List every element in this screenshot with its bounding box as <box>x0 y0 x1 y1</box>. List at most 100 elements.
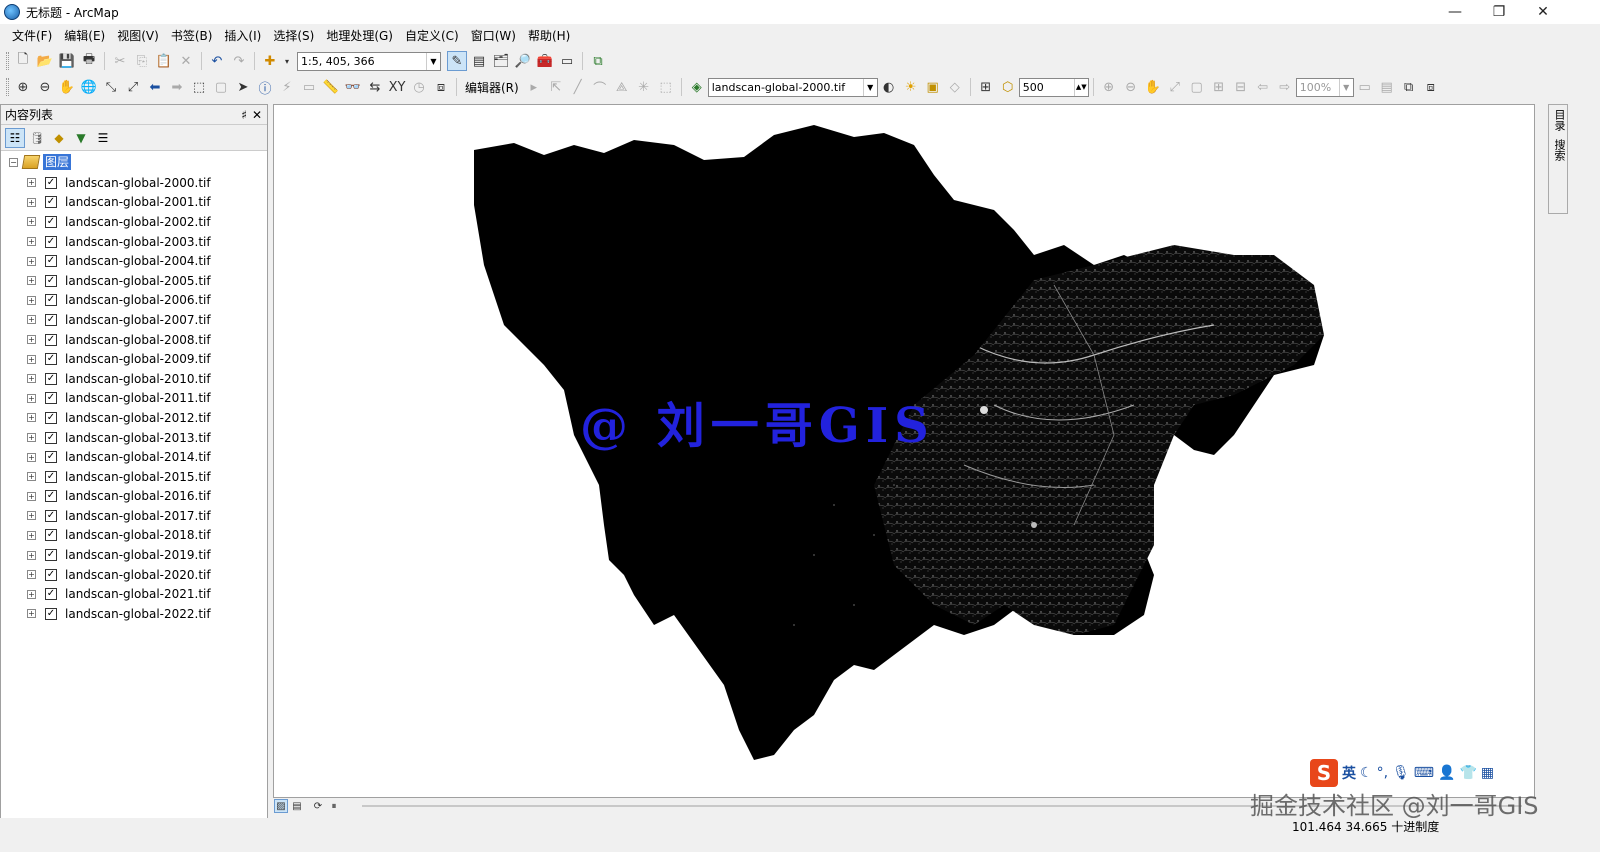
layer-visibility-checkbox[interactable]: ✓ <box>45 411 57 424</box>
expand-icon[interactable]: + <box>27 354 36 364</box>
layout-zoom-out-icon[interactable]: ⊖ <box>1121 77 1141 97</box>
layout-whole-page-icon[interactable]: ▢ <box>1187 77 1207 97</box>
edit-annotation-icon[interactable]: ⇱ <box>546 77 566 97</box>
layer-row[interactable]: + ✓ landscan-global-2008.tif <box>27 330 211 350</box>
layer-row[interactable]: + ✓ landscan-global-2007.tif <box>27 310 211 330</box>
expand-icon[interactable]: + <box>27 393 36 403</box>
expand-icon[interactable]: + <box>27 256 36 266</box>
python-window-icon[interactable]: ▭ <box>557 51 577 71</box>
layer-name[interactable]: landscan-global-2017.tif <box>65 509 211 523</box>
list-by-drawing-order-icon[interactable]: ☷ <box>5 127 25 148</box>
expand-icon[interactable]: + <box>27 178 36 188</box>
layer-visibility-checkbox[interactable]: ✓ <box>45 490 57 503</box>
layer-row[interactable]: + ✓ landscan-global-2018.tif <box>27 526 211 546</box>
layer-row[interactable]: + ✓ landscan-global-2015.tif <box>27 467 211 487</box>
layer-row[interactable]: + ✓ landscan-global-2016.tif <box>27 487 211 507</box>
layer-name[interactable]: landscan-global-2021.tif <box>65 587 211 601</box>
expand-icon[interactable]: + <box>27 570 36 580</box>
layer-row[interactable]: + ✓ landscan-global-2006.tif <box>27 291 211 311</box>
expand-icon[interactable]: + <box>27 511 36 521</box>
editor-toolbar-toggle-icon[interactable]: ✎ <box>447 51 467 71</box>
layer-row[interactable]: + ✓ landscan-global-2021.tif <box>27 584 211 604</box>
moon-icon[interactable]: ☾ <box>1360 765 1373 781</box>
menu-selection[interactable]: 选择(S) <box>267 26 320 46</box>
list-by-visibility-icon[interactable]: ◆ <box>49 128 69 148</box>
layer-visibility-checkbox[interactable]: ✓ <box>45 372 57 385</box>
brightness-value-spinner[interactable]: 500 ▲▼ <box>1018 77 1089 97</box>
layer-visibility-checkbox[interactable]: ✓ <box>45 470 57 483</box>
layer-row[interactable]: + ✓ landscan-global-2013.tif <box>27 428 211 448</box>
layer-visibility-checkbox[interactable]: ✓ <box>45 353 57 366</box>
catalog-window-icon[interactable]: 🗂 <box>491 51 511 71</box>
user-icon[interactable]: 👤 <box>1438 765 1455 781</box>
toolbar-grip[interactable] <box>6 52 9 70</box>
list-by-selection-icon[interactable]: ▼ <box>71 128 91 148</box>
menu-windows[interactable]: 窗口(W) <box>465 26 522 46</box>
layer-name[interactable]: landscan-global-2013.tif <box>65 431 211 445</box>
layer-name[interactable]: landscan-global-2011.tif <box>65 391 211 405</box>
endpoint-arc-icon[interactable]: ⌒ <box>590 77 610 97</box>
expand-icon[interactable]: + <box>27 413 36 423</box>
transparency-icon[interactable]: ▣ <box>923 77 943 97</box>
layer-name[interactable]: landscan-global-2018.tif <box>65 528 211 542</box>
expand-icon[interactable]: + <box>27 530 36 540</box>
clear-selection-icon[interactable]: ▢ <box>211 77 231 97</box>
layer-row[interactable]: + ✓ landscan-global-2000.tif <box>27 173 211 193</box>
layout-fixed-zoom-in-icon[interactable]: ⊞ <box>1209 77 1229 97</box>
data-driven-pages-icon[interactable]: ⧈ <box>1421 77 1441 97</box>
back-arrow-icon[interactable]: ⬅ <box>145 77 165 97</box>
layer-name[interactable]: landscan-global-2016.tif <box>65 489 211 503</box>
pin-icon[interactable]: ♯ <box>241 108 247 122</box>
layout-full-extent-icon[interactable]: ⤢ <box>1165 77 1185 97</box>
select-features-icon[interactable]: ⬚ <box>189 77 209 97</box>
layer-name[interactable]: landscan-global-2015.tif <box>65 470 211 484</box>
swipe-icon[interactable]: ◇ <box>945 77 965 97</box>
list-by-source-icon[interactable]: 🛢 <box>27 128 47 148</box>
layer-visibility-checkbox[interactable]: ✓ <box>45 235 57 248</box>
full-extent-globe-icon[interactable]: 🌐 <box>79 77 99 97</box>
select-elements-arrow-icon[interactable]: ➤ <box>233 77 253 97</box>
refresh-icon[interactable]: ⟳ <box>311 799 325 813</box>
arctoolbox-icon[interactable]: 🧰 <box>535 51 555 71</box>
fixed-zoom-in-icon[interactable]: ⤡ <box>101 77 121 97</box>
layer-name[interactable]: landscan-global-2012.tif <box>65 411 211 425</box>
find-binoculars-icon[interactable]: 👓 <box>343 77 363 97</box>
html-popup-icon[interactable]: ▭ <box>299 77 319 97</box>
expand-icon[interactable]: + <box>27 335 36 345</box>
close-button[interactable]: ✕ <box>1520 0 1566 24</box>
expand-icon[interactable]: + <box>27 589 36 599</box>
layer-row[interactable]: + ✓ landscan-global-2004.tif <box>27 251 211 271</box>
layer-name[interactable]: landscan-global-2001.tif <box>65 195 211 209</box>
pause-drawing-icon[interactable]: ⏸ <box>327 799 341 813</box>
go-to-xy-icon[interactable]: XY <box>387 77 407 97</box>
find-route-icon[interactable]: ⇆ <box>365 77 385 97</box>
pan-hand-icon[interactable]: ✋ <box>57 77 77 97</box>
layer-row[interactable]: + ✓ landscan-global-2014.tif <box>27 447 211 467</box>
menu-help[interactable]: 帮助(H) <box>522 26 576 46</box>
editor-menu-button[interactable]: 编辑器(R) <box>465 79 519 96</box>
layer-row[interactable]: + ✓ landscan-global-2011.tif <box>27 389 211 409</box>
layer-visibility-checkbox[interactable]: ✓ <box>45 529 57 542</box>
effects-icon[interactable]: ⬡ <box>998 77 1018 97</box>
expand-icon[interactable]: + <box>27 276 36 286</box>
straight-segment-icon[interactable]: ╱ <box>568 77 588 97</box>
new-document-icon[interactable]: 🗋 <box>13 51 33 71</box>
focus-data-frame-icon[interactable]: ▤ <box>1377 77 1397 97</box>
forward-arrow-icon[interactable]: ➡ <box>167 77 187 97</box>
measure-icon[interactable]: 📏 <box>321 77 341 97</box>
layer-visibility-checkbox[interactable]: ✓ <box>45 274 57 287</box>
layer-name[interactable]: landscan-global-2007.tif <box>65 313 211 327</box>
layer-name[interactable]: landscan-global-2019.tif <box>65 548 211 562</box>
expand-icon[interactable]: + <box>27 374 36 384</box>
layer-row[interactable]: + ✓ landscan-global-2003.tif <box>27 232 211 252</box>
undo-icon[interactable]: ↶ <box>207 51 227 71</box>
layer-row[interactable]: + ✓ landscan-global-2012.tif <box>27 408 211 428</box>
save-icon[interactable]: 💾 <box>57 51 77 71</box>
trace-icon[interactable]: ⟁ <box>612 77 632 97</box>
options-icon[interactable]: ☰ <box>93 128 113 148</box>
edit-vertices-icon[interactable]: ⬚ <box>656 77 676 97</box>
layer-row[interactable]: + ✓ landscan-global-2005.tif <box>27 271 211 291</box>
layer-visibility-checkbox[interactable]: ✓ <box>45 451 57 464</box>
layer-visibility-checkbox[interactable]: ✓ <box>45 215 57 228</box>
create-viewer-window-icon[interactable]: ⧈ <box>431 77 451 97</box>
